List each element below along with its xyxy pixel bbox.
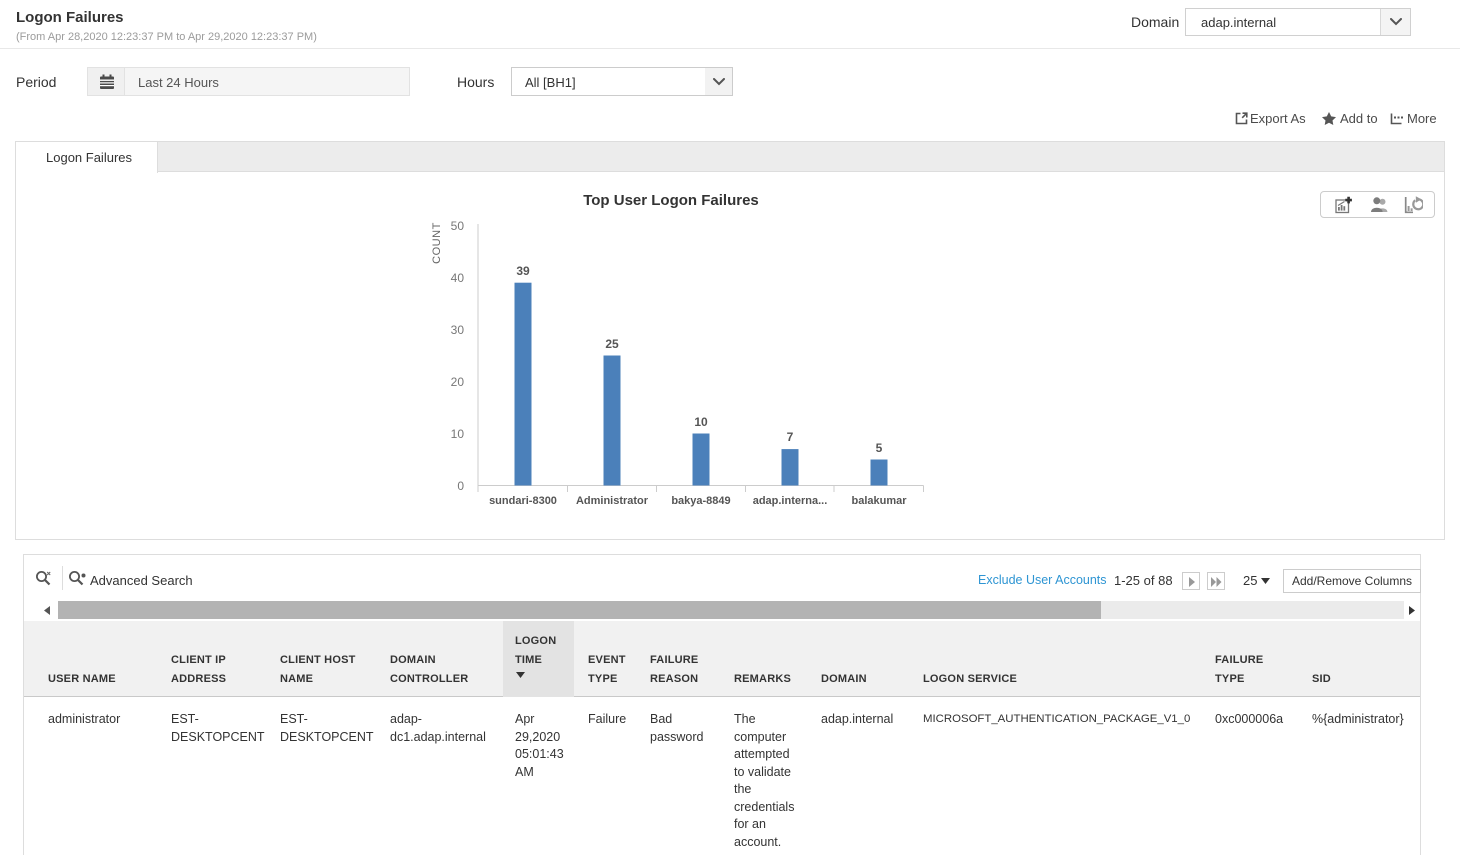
svg-text:10: 10 — [451, 427, 465, 441]
svg-text:50: 50 — [451, 219, 465, 233]
svg-text:39: 39 — [516, 264, 530, 278]
svg-text:20: 20 — [451, 375, 465, 389]
svg-text:bakya-8849: bakya-8849 — [671, 495, 730, 507]
svg-text:7: 7 — [787, 430, 794, 444]
svg-text:10: 10 — [694, 415, 708, 429]
svg-text:25: 25 — [605, 337, 619, 351]
svg-text:adap.interna...: adap.interna... — [753, 495, 828, 507]
svg-text:40: 40 — [451, 271, 465, 285]
svg-text:0: 0 — [457, 479, 464, 493]
svg-text:30: 30 — [451, 323, 465, 337]
svg-text:balakumar: balakumar — [851, 495, 907, 507]
svg-text:COUNT: COUNT — [431, 222, 443, 264]
svg-text:Administrator: Administrator — [576, 495, 649, 507]
svg-text:5: 5 — [876, 441, 883, 455]
svg-text:sundari-8300: sundari-8300 — [489, 495, 557, 507]
